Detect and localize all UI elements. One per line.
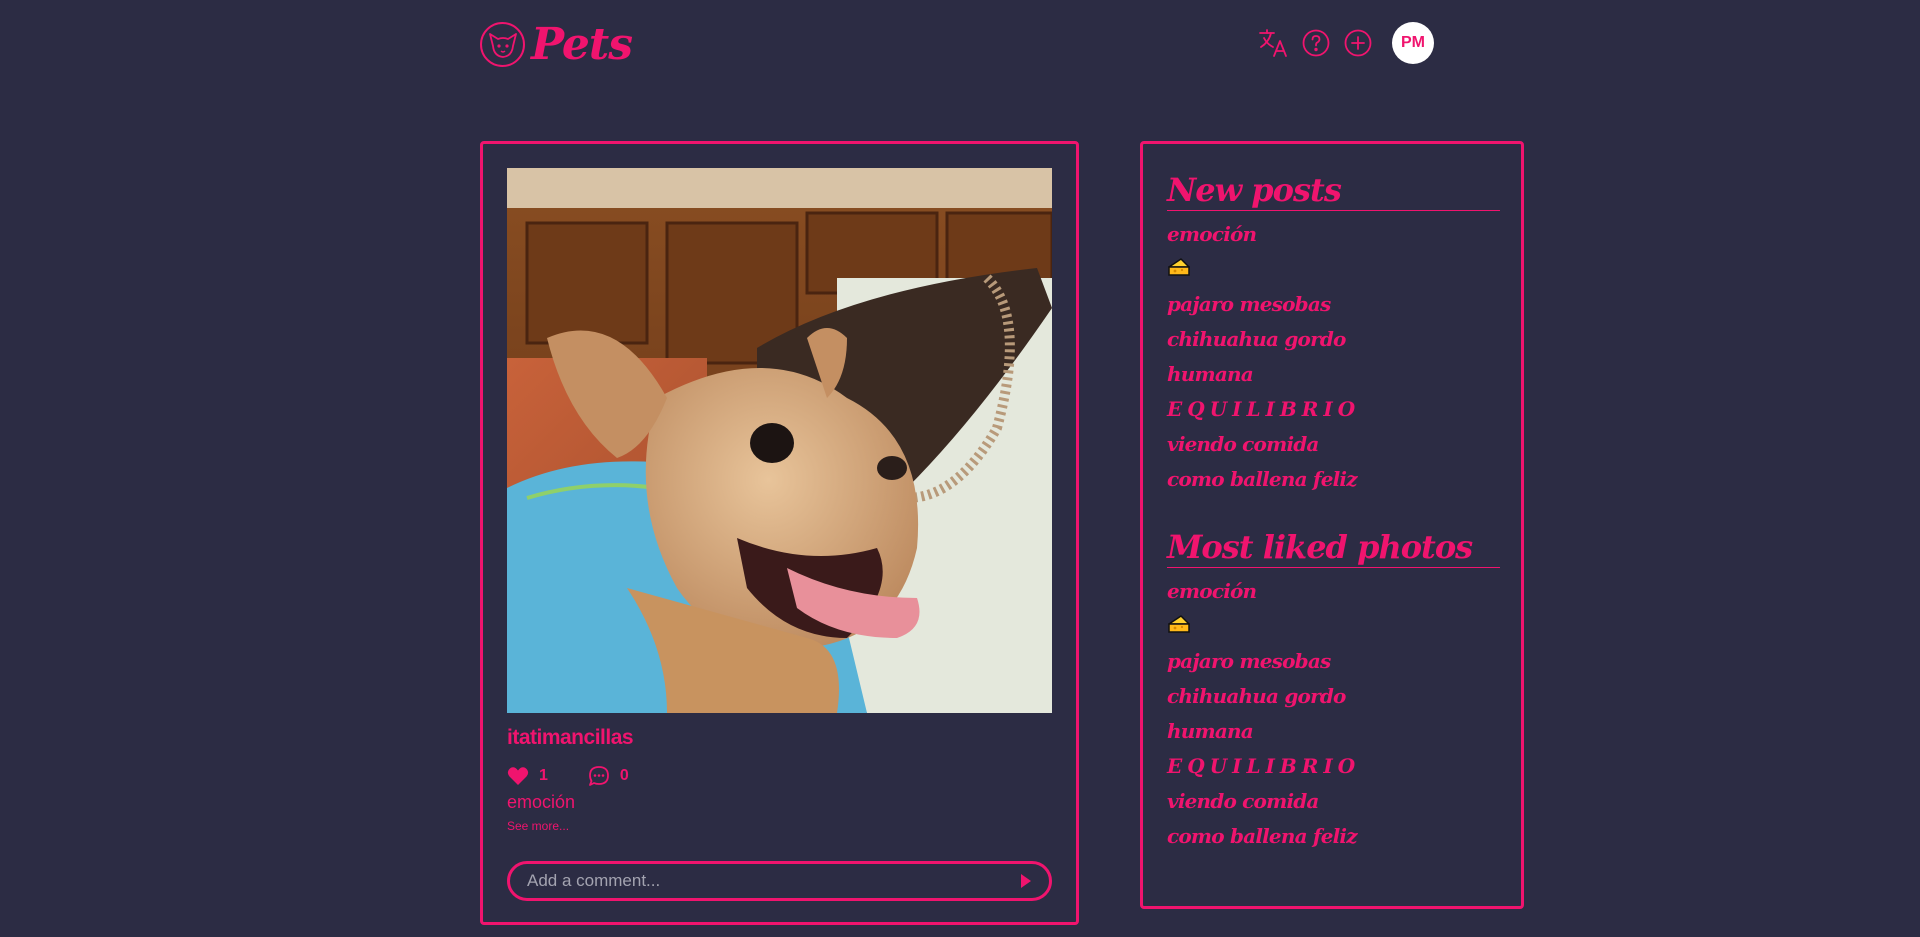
post-caption: emoción <box>507 792 576 812</box>
heart-icon[interactable] <box>507 766 529 786</box>
send-button[interactable] <box>1009 866 1043 896</box>
post-author[interactable]: itatimancillas <box>507 726 634 750</box>
list-item[interactable]: emoción <box>1167 217 1500 252</box>
comment-count: 0 <box>619 767 629 784</box>
comment-stat[interactable]: 0 <box>588 765 629 787</box>
like-stat[interactable]: 1 <box>507 766 548 786</box>
pet-face-icon <box>480 22 525 67</box>
new-posts-list: emoción pajaro mesobas chihuahua gordo h… <box>1167 217 1500 497</box>
cheese-icon <box>1167 610 1191 645</box>
like-count: 1 <box>539 767 548 784</box>
sidebar: New posts emoción pajaro mesobas chihuah… <box>1140 141 1524 909</box>
most-liked-section: Most liked photos emoción pajaro mesobas… <box>1167 527 1500 854</box>
header: Pets PM <box>480 22 1440 72</box>
see-more-link[interactable]: See more... <box>507 819 569 833</box>
list-item[interactable]: EQUILIBRIO <box>1167 749 1500 784</box>
avatar[interactable]: PM <box>1392 22 1434 64</box>
list-item[interactable]: emoción <box>1167 574 1500 609</box>
add-icon[interactable] <box>1342 27 1374 59</box>
list-item[interactable]: viendo comida <box>1167 784 1500 819</box>
logo[interactable]: Pets <box>480 18 633 70</box>
comment-input[interactable] <box>510 870 1009 892</box>
most-liked-title: Most liked photos <box>1167 527 1500 568</box>
new-posts-section: New posts emoción pajaro mesobas chihuah… <box>1167 170 1500 497</box>
post-card: itatimancillas 1 0 emoción See more... <box>480 141 1079 925</box>
translate-icon[interactable] <box>1258 27 1290 59</box>
comment-bubble-icon[interactable] <box>588 765 610 787</box>
list-item[interactable]: pajaro mesobas <box>1167 644 1500 679</box>
list-item[interactable]: humana <box>1167 714 1500 749</box>
app-root: Pets PM itatimancillas 1 0 emoción See m… <box>0 0 1920 937</box>
list-item[interactable]: EQUILIBRIO <box>1167 392 1500 427</box>
list-item[interactable]: humana <box>1167 357 1500 392</box>
list-item[interactable] <box>1167 609 1500 644</box>
comment-box <box>507 861 1052 901</box>
post-photo[interactable] <box>507 168 1052 713</box>
logo-text: Pets <box>531 18 633 70</box>
help-icon[interactable] <box>1300 27 1332 59</box>
list-item[interactable]: chihuahua gordo <box>1167 679 1500 714</box>
cheese-icon <box>1167 253 1191 288</box>
list-item[interactable] <box>1167 252 1500 287</box>
list-item[interactable]: pajaro mesobas <box>1167 287 1500 322</box>
most-liked-list: emoción pajaro mesobas chihuahua gordo h… <box>1167 574 1500 854</box>
list-item[interactable]: como ballena feliz <box>1167 462 1500 497</box>
send-icon <box>1021 874 1031 888</box>
list-item[interactable]: viendo comida <box>1167 427 1500 462</box>
header-actions: PM <box>1258 22 1434 64</box>
new-posts-title: New posts <box>1167 170 1500 211</box>
list-item[interactable]: como ballena feliz <box>1167 819 1500 854</box>
list-item[interactable]: chihuahua gordo <box>1167 322 1500 357</box>
post-stats: 1 0 <box>507 765 669 787</box>
